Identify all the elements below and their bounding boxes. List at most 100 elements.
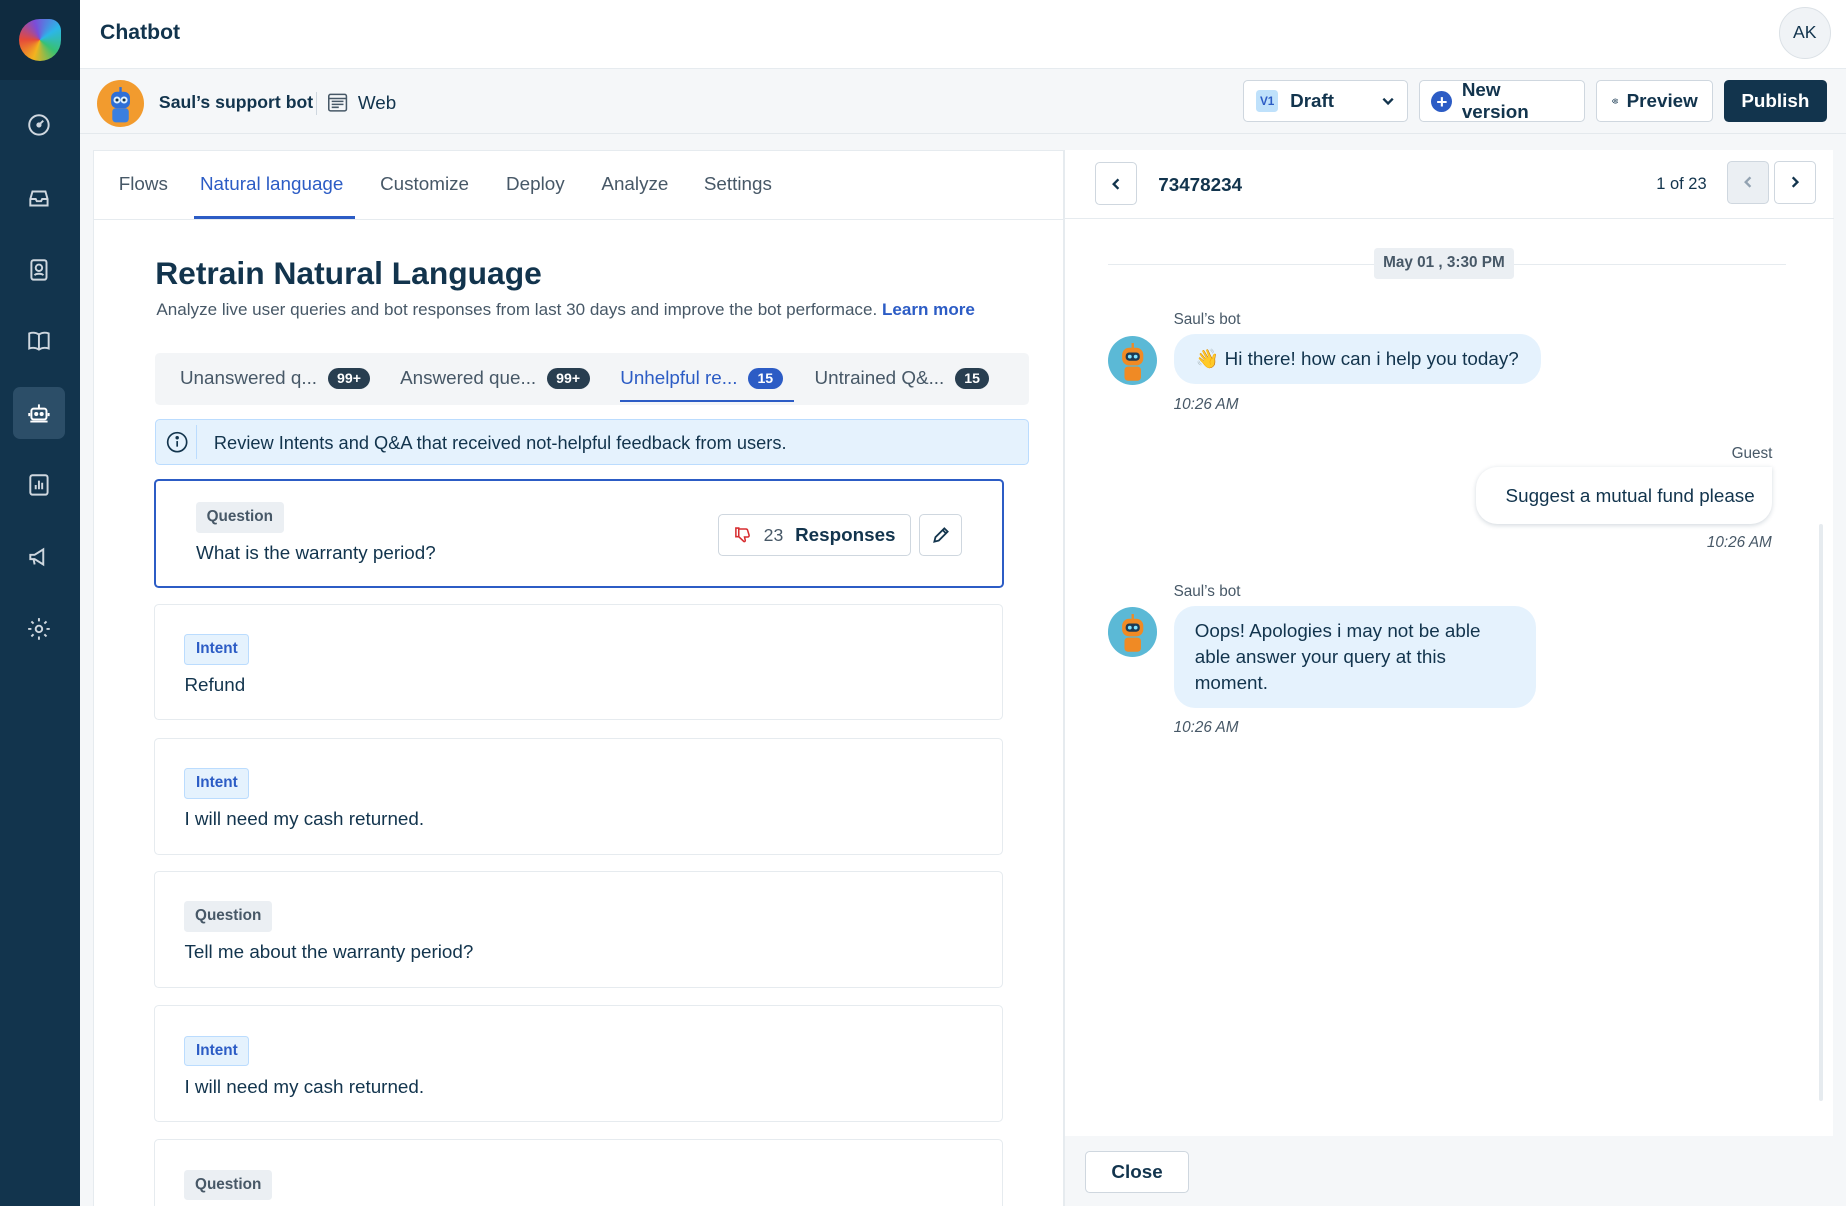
version-select[interactable]: V1 Draft [1243,80,1409,123]
type-badge: Question [184,1169,272,1201]
thumbs-down-icon [734,527,750,543]
responses-label: Responses [795,524,896,546]
preview-button[interactable]: Preview [1596,80,1713,123]
pager-text: 1 of 23 [1656,175,1707,194]
rail-bot[interactable] [12,387,65,440]
tab-natural-language[interactable]: Natural language [200,173,343,195]
feedback-card[interactable]: Intent Refund [154,603,1003,721]
subtab-label: Unanswered q... [179,367,318,389]
page-title: Retrain Natural Language [155,255,542,292]
card-text: Refund [184,674,246,696]
subtab-unanswered[interactable]: Unanswered q... 99+ [179,367,371,389]
subtab-untrained[interactable]: Untrained Q&... 15 [815,367,990,389]
bot-message-avatar [1107,607,1158,657]
message-time: 10:26 AM [1706,534,1772,552]
settings-icon [28,617,50,640]
responses-count: 23 [763,524,784,545]
feedback-card[interactable]: Question What is the warranty period? 23… [154,478,1005,589]
subtab-label: Unhelpful re... [620,367,738,389]
robot-icon [110,87,130,123]
conversation-header: 73478234 1 of 23 [1065,150,1835,219]
previous-conversation-button[interactable] [1726,161,1770,204]
description-text: Analyze live user queries and bot respon… [156,300,878,320]
divider [315,91,317,116]
app-root: Chatbot AK Saul’s support bot Web V1 Dra… [0,0,1846,1206]
robot-icon [1121,342,1143,381]
preview-label: Preview [1626,90,1698,112]
logo-icon [18,18,62,62]
next-conversation-button[interactable] [1773,161,1817,204]
channel-label: Web [357,91,397,113]
rail-inbox[interactable] [13,172,65,224]
feedback-card[interactable]: Question [154,1139,1003,1206]
learn-more-link[interactable]: Learn more [882,300,975,319]
date-chip: May 01 , 3:30 PM [1373,248,1515,280]
app-title: Chatbot [100,21,181,45]
feedback-card[interactable]: Intent I will need my cash returned. [154,1005,1003,1122]
bot-icon [28,404,50,423]
type-badge: Intent [184,768,250,799]
contacts-icon [30,258,48,281]
feedback-card[interactable]: Question Tell me about the warranty peri… [154,871,1003,988]
rail-knowledge-base[interactable] [13,316,65,368]
message-time: 10:26 AM [1173,395,1239,413]
left-rail [0,0,81,1206]
scrollbar[interactable] [1818,523,1824,1101]
type-badge: Question [196,502,284,533]
main-tabs: Flows Natural language Customize Deploy … [94,151,1064,220]
product-logo[interactable] [0,0,81,81]
rail-settings[interactable] [13,603,65,655]
info-text: Review Intents and Q&A that received not… [213,431,787,453]
info-banner: Review Intents and Q&A that received not… [155,418,1029,465]
message-time: 10:26 AM [1173,719,1239,737]
tab-analyze[interactable]: Analyze [601,173,668,195]
divider [196,424,198,459]
chevron-down-icon [1382,98,1394,106]
publish-button[interactable]: Publish [1723,80,1828,123]
rail-dashboard[interactable] [13,99,65,151]
close-button[interactable]: Close [1085,1151,1189,1193]
tab-settings[interactable]: Settings [704,173,772,195]
rail-campaigns[interactable] [13,531,65,583]
conversation-id: 73478234 [1158,174,1243,196]
chevron-left-icon [1111,178,1120,190]
back-button[interactable] [1094,162,1138,205]
knowledge-base-icon [28,332,50,352]
conversation-panel: 73478234 1 of 23 May 01 , 3:30 PM Saul’s… [1064,149,1835,1206]
page-description: Analyze live user queries and bot respon… [156,300,975,320]
version-label: Draft [1290,90,1335,112]
eye-icon [1611,98,1619,104]
bot-message-avatar [1107,335,1158,385]
tab-customize[interactable]: Customize [380,173,469,195]
bot-name[interactable]: Saul’s support bot [159,92,313,113]
edit-button[interactable] [918,513,963,557]
rail-reports[interactable] [13,459,65,511]
tab-deploy[interactable]: Deploy [506,173,565,195]
new-version-button[interactable]: + New version [1418,79,1585,123]
card-text: Tell me about the warranty period? [184,941,474,963]
pencil-icon [932,527,949,543]
subtab-unhelpful[interactable]: Unhelpful re... 15 [620,367,783,389]
subtab-answered[interactable]: Answered que... 99+ [400,367,590,389]
responses-button[interactable]: 23 Responses [717,513,911,557]
guest-message-bubble: Suggest a mutual fund please [1476,467,1773,524]
bot-message-bubble: 👋 Hi there! how can i help you today? [1173,334,1542,384]
dashboard-icon [28,114,50,136]
web-channel-icon [328,93,348,112]
message-sender: Saul’s bot [1173,582,1241,600]
rail-contacts[interactable] [13,244,65,296]
feedback-card[interactable]: Intent I will need my cash returned. [154,737,1003,855]
bot-header: Saul’s support bot Web V1 Draft + New ve… [80,69,1846,135]
conversation-footer: Close [1065,1136,1835,1206]
campaigns-icon [29,547,45,567]
message-sender: Saul’s bot [1173,310,1241,328]
reports-icon [29,474,49,496]
inbox-icon [29,190,49,207]
subtab-label: Answered que... [400,367,537,389]
user-avatar[interactable]: AK [1778,7,1831,59]
card-text: I will need my cash returned. [184,1075,425,1097]
count-badge: 15 [954,367,990,389]
tab-flows[interactable]: Flows [119,173,168,195]
chevron-right-icon [1791,176,1800,189]
version-badge: V1 [1255,90,1279,113]
